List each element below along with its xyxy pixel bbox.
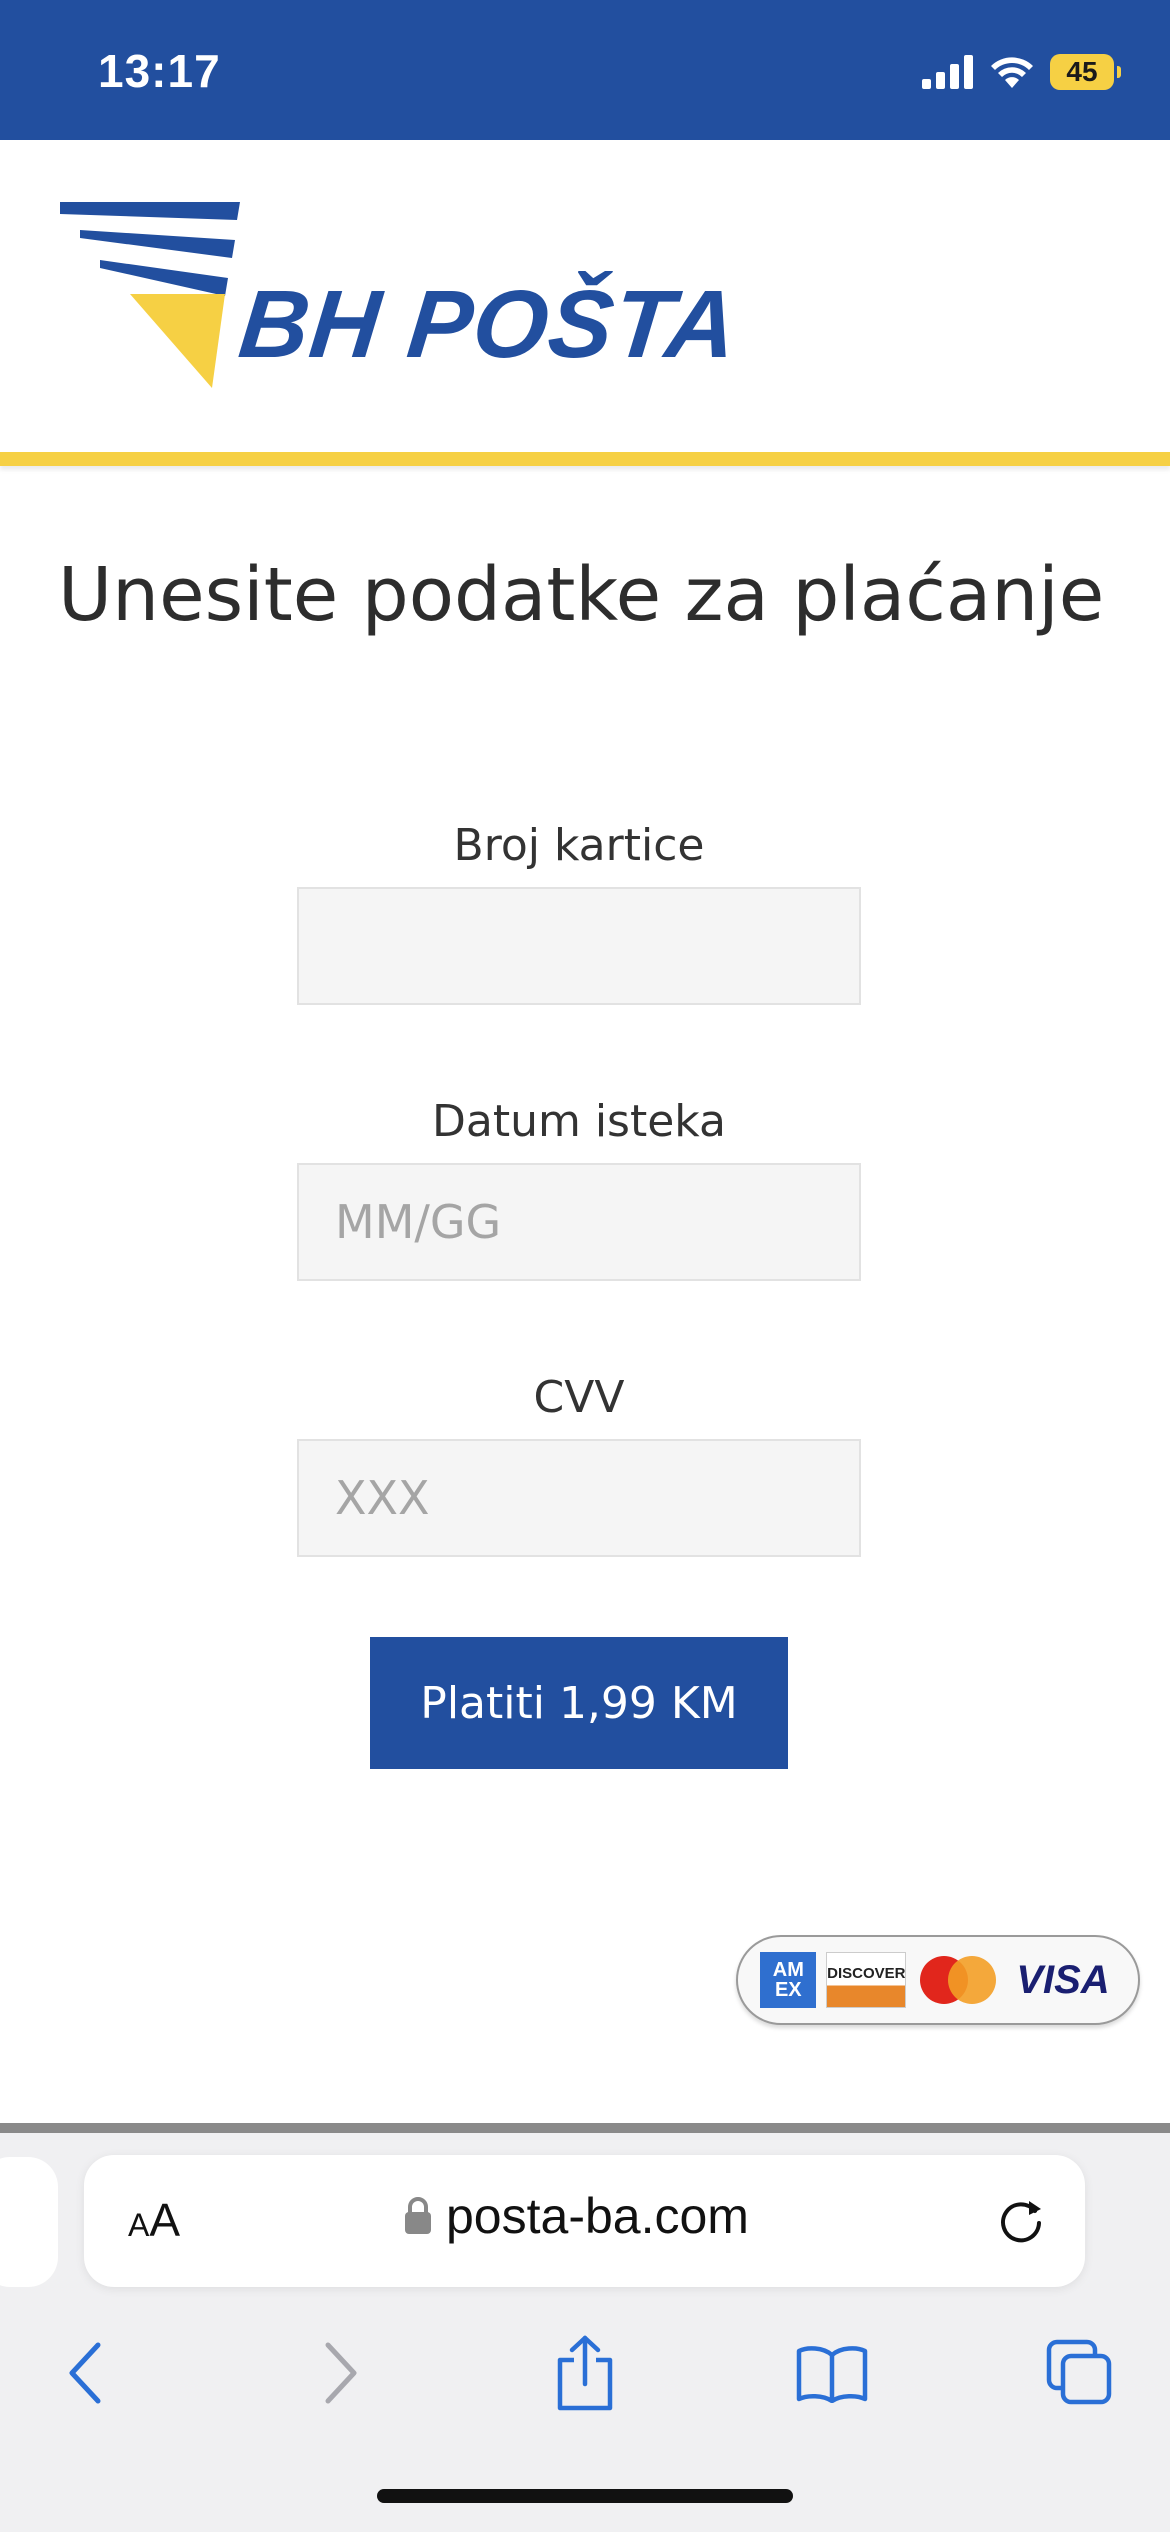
back-button[interactable]	[36, 2323, 136, 2423]
status-time: 13:17	[98, 45, 221, 97]
mastercard-logo-icon	[916, 1952, 1000, 2008]
battery-level: 45	[1066, 56, 1098, 87]
logo-wordmark[interactable]: BH POŠTA	[234, 270, 742, 380]
reload-icon[interactable]	[995, 2195, 1047, 2247]
header-divider	[0, 452, 1170, 466]
bh-posta-logo-icon[interactable]	[60, 202, 250, 388]
bookmarks-icon	[796, 2346, 868, 2403]
tabs-icon	[1046, 2339, 1112, 2405]
home-indicator	[377, 2489, 793, 2503]
lock-icon	[405, 2197, 431, 2234]
accepted-cards-badge: AM EX DISCOVER VISA	[736, 1935, 1140, 2025]
previous-tab-pill[interactable]	[0, 2157, 58, 2287]
visa-logo-icon: VISA	[1016, 1957, 1110, 2002]
share-icon	[557, 2335, 613, 2411]
status-bar: 13:17 45	[0, 0, 1170, 140]
expiry-date-label: Datum isteka	[432, 1096, 726, 1147]
share-button[interactable]	[535, 2323, 635, 2423]
url-display[interactable]: posta-ba.com	[404, 2187, 749, 2245]
amex-logo-icon: AM EX	[760, 1952, 817, 2008]
cvv-label: CVV	[533, 1372, 625, 1423]
discover-logo-icon: DISCOVER	[826, 1952, 907, 2008]
expiry-date-input[interactable]	[297, 1163, 861, 1281]
tabs-button[interactable]	[1030, 2323, 1130, 2423]
browser-toolbar: AA posta-ba.com	[0, 2133, 1170, 2532]
page-title: Unesite podatke za plaćanje	[58, 552, 1105, 638]
card-number-label: Broj kartice	[453, 820, 705, 871]
url-text: posta-ba.com	[446, 2188, 749, 2244]
address-bar[interactable]: AA posta-ba.com	[84, 2155, 1085, 2287]
cvv-input[interactable]	[297, 1439, 861, 1557]
text-size-button[interactable]: AA	[128, 2193, 180, 2247]
back-icon	[69, 2342, 101, 2404]
forward-icon	[325, 2342, 357, 2404]
browser-divider	[0, 2123, 1170, 2133]
bookmarks-button[interactable]	[782, 2323, 882, 2423]
forward-button[interactable]	[290, 2323, 390, 2423]
pay-button[interactable]: Platiti 1,99 KM	[370, 1637, 788, 1769]
wifi-icon	[991, 57, 1033, 88]
card-number-input[interactable]	[297, 887, 861, 1005]
cellular-signal-icon	[922, 55, 973, 89]
site-header: BH POŠTA	[0, 140, 1170, 452]
status-indicators: 45	[922, 50, 1121, 94]
battery-icon: 45	[1050, 54, 1121, 90]
